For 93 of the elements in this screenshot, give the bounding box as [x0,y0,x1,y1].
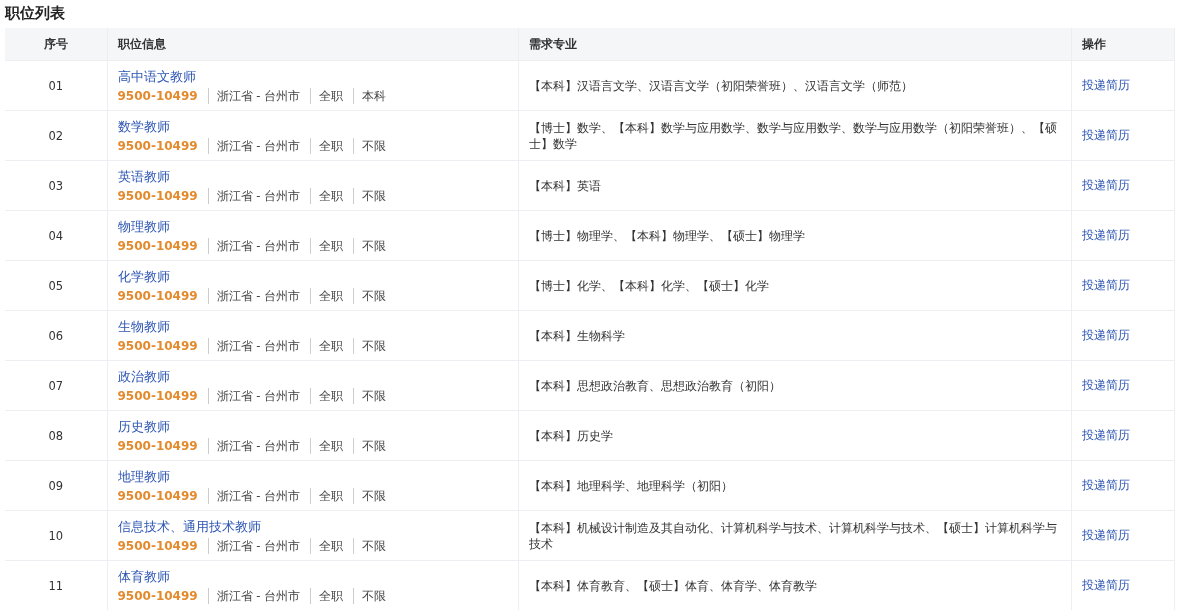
index-cell: 01 [5,60,107,111]
index-cell: 09 [5,460,107,511]
location: 浙江省 - 台州市 [207,237,301,254]
salary-range: 9500-10499 [117,437,198,454]
job-type: 全职 [310,537,344,554]
apply-link[interactable]: 投递简历 [1081,478,1130,492]
job-type: 全职 [310,437,344,454]
apply-link[interactable]: 投递简历 [1081,128,1130,142]
location: 浙江省 - 台州市 [207,187,301,204]
position-link[interactable]: 化学教师 [117,267,170,286]
index-cell: 07 [5,360,107,411]
education: 不限 [353,537,387,554]
position-link[interactable]: 物理教师 [117,217,170,236]
position-link[interactable]: 英语教师 [117,167,170,186]
index-cell: 04 [5,210,107,261]
majors-cell: 【本科】体育教育、【硕士】体育、体育学、体育教学 [518,560,1071,610]
education: 不限 [353,337,387,354]
column-header: 序号 [5,28,107,61]
job-type: 全职 [310,187,344,204]
education: 不限 [353,237,387,254]
job-type: 全职 [310,587,344,604]
job-type: 全职 [310,237,344,254]
majors-cell: 【博士】物理学、【本科】物理学、【硕士】物理学 [518,210,1071,261]
index-cell: 05 [5,260,107,311]
education: 不限 [353,137,387,154]
location: 浙江省 - 台州市 [207,87,301,104]
job-type: 全职 [310,337,344,354]
position-link[interactable]: 生物教师 [117,317,170,336]
apply-link[interactable]: 投递简历 [1081,278,1130,292]
position-link[interactable]: 数学教师 [117,117,170,136]
education: 不限 [353,187,387,204]
index-cell: 02 [5,110,107,161]
majors-cell: 【本科】英语 [518,160,1071,211]
location: 浙江省 - 台州市 [207,337,301,354]
education: 不限 [353,387,387,404]
majors-cell: 【本科】汉语言文学、汉语言文学（初阳荣誉班）、汉语言文学（师范） [518,60,1071,111]
index-cell: 11 [5,560,107,610]
job-type: 全职 [310,287,344,304]
apply-link[interactable]: 投递简历 [1081,78,1130,92]
apply-link[interactable]: 投递简历 [1081,178,1130,192]
education: 不限 [353,587,387,604]
apply-link[interactable]: 投递简历 [1081,578,1130,592]
job-type: 全职 [310,487,344,504]
majors-cell: 【本科】地理科学、地理科学（初阳） [518,460,1071,511]
position-link[interactable]: 政治教师 [117,367,170,386]
majors-cell: 【本科】生物科学 [518,310,1071,361]
page-title: 职位列表 [4,3,66,24]
location: 浙江省 - 台州市 [207,387,301,404]
column-header: 需求专业 [518,28,1071,61]
education: 不限 [353,437,387,454]
job-type: 全职 [310,387,344,404]
column-header: 职位信息 [107,28,518,61]
apply-link[interactable]: 投递简历 [1081,378,1130,392]
job-type: 全职 [310,137,344,154]
apply-link[interactable]: 投递简历 [1081,428,1130,442]
job-type: 全职 [310,87,344,104]
education: 不限 [353,487,387,504]
salary-range: 9500-10499 [117,137,198,154]
majors-cell: 【本科】思想政治教育、思想政治教育（初阳） [518,360,1071,411]
location: 浙江省 - 台州市 [207,487,301,504]
position-link[interactable]: 信息技术、通用技术教师 [117,517,261,536]
majors-cell: 【博士】数学、【本科】数学与应用数学、数学与应用数学、数学与应用数学（初阳荣誉班）、【硕士】数学 [518,110,1071,161]
salary-range: 9500-10499 [117,87,198,104]
location: 浙江省 - 台州市 [207,587,301,604]
apply-link[interactable]: 投递简历 [1081,228,1130,242]
location: 浙江省 - 台州市 [207,137,301,154]
salary-range: 9500-10499 [117,487,198,504]
salary-range: 9500-10499 [117,187,198,204]
location: 浙江省 - 台州市 [207,537,301,554]
majors-cell: 【本科】历史学 [518,410,1071,461]
position-link[interactable]: 高中语文教师 [117,67,196,86]
index-cell: 08 [5,410,107,461]
salary-range: 9500-10499 [117,387,198,404]
column-header: 操作 [1071,28,1174,61]
majors-cell: 【本科】机械设计制造及其自动化、计算机科学与技术、计算机科学与技术、【硕士】计算机科学与技术 [518,510,1071,561]
apply-link[interactable]: 投递简历 [1081,328,1130,342]
salary-range: 9500-10499 [117,537,198,554]
location: 浙江省 - 台州市 [207,287,301,304]
index-cell: 06 [5,310,107,361]
position-link[interactable]: 地理教师 [117,467,170,486]
index-cell: 03 [5,160,107,211]
education: 不限 [353,287,387,304]
index-cell: 10 [5,510,107,561]
salary-range: 9500-10499 [117,287,198,304]
majors-cell: 【博士】化学、【本科】化学、【硕士】化学 [518,260,1071,311]
location: 浙江省 - 台州市 [207,437,301,454]
apply-link[interactable]: 投递简历 [1081,528,1130,542]
salary-range: 9500-10499 [117,237,198,254]
position-link[interactable]: 历史教师 [117,417,170,436]
salary-range: 9500-10499 [117,337,198,354]
salary-range: 9500-10499 [117,587,198,604]
education: 本科 [353,87,387,104]
position-link[interactable]: 体育教师 [117,567,170,586]
